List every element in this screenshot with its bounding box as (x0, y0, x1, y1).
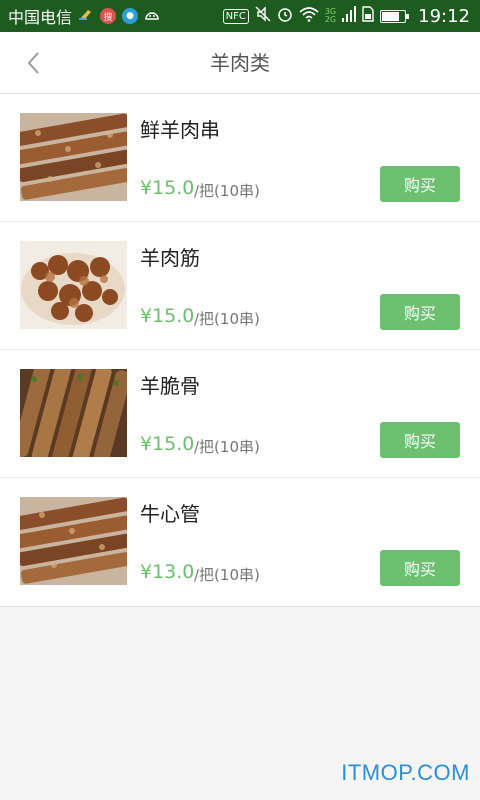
status-bar: 中国电信 搜 ● NFC 3G 2G 19:12 (0, 0, 480, 32)
carrier-label: 中国电信 (8, 8, 73, 27)
battery-fill (382, 11, 400, 21)
mute-icon (255, 6, 271, 26)
app-bar: 羊肉类 (0, 32, 480, 94)
product-name: 羊脆骨 (140, 374, 200, 398)
product-item[interactable]: 羊脆骨 ¥15.0 /把(10串) 购买 (0, 350, 480, 478)
nfc-icon: NFC (222, 8, 249, 24)
product-item[interactable]: 鲜羊肉串 ¥15.0 /把(10串) 购买 (0, 94, 480, 222)
wifi-icon (299, 6, 319, 26)
alarm-icon (277, 6, 293, 26)
product-item[interactable]: 羊肉筋 ¥15.0 /把(10串) 购买 (0, 222, 480, 350)
product-name: 牛心管 (140, 502, 200, 526)
status-bar-left: 中国电信 搜 ● (8, 4, 160, 28)
buy-button[interactable]: 购买 (380, 166, 460, 202)
product-image (20, 369, 127, 457)
product-name: 羊肉筋 (140, 246, 200, 270)
battery-icon (380, 9, 410, 23)
product-image (20, 241, 127, 329)
product-price: ¥15.0 (140, 305, 195, 327)
product-unit: /把(10串) (194, 438, 260, 456)
product-unit: /把(10串) (194, 182, 260, 200)
cleaner-icon (78, 7, 94, 25)
buy-button[interactable]: 购买 (380, 294, 460, 330)
product-image (20, 497, 127, 585)
product-unit: /把(10串) (194, 310, 260, 328)
product-name: 鲜羊肉串 (140, 118, 220, 142)
product-list: 鲜羊肉串 ¥15.0 /把(10串) 购买 羊肉筋 ¥15.0 /把(10串) … (0, 94, 480, 607)
product-price: ¥13.0 (140, 561, 195, 583)
product-item[interactable]: 牛心管 ¥13.0 /把(10串) 购买 (0, 478, 480, 606)
buy-button[interactable]: 购买 (380, 422, 460, 458)
app-badge-icon: 搜 (100, 8, 117, 24)
watermark: ITMOP.COM (341, 760, 470, 785)
sim-icon (362, 6, 374, 26)
signal-icon (342, 6, 357, 26)
product-image (20, 113, 127, 201)
back-button[interactable] (18, 46, 48, 80)
app-badge-icon: ● (122, 8, 139, 24)
product-unit: /把(10串) (194, 566, 260, 584)
network-type: 3G 2G (324, 7, 337, 24)
status-bar-right: NFC 3G 2G 19:12 (222, 5, 470, 27)
clock: 19:12 (418, 5, 470, 27)
page-title: 羊肉类 (210, 51, 270, 75)
product-price: ¥15.0 (140, 433, 195, 455)
android-icon (144, 7, 160, 25)
product-price: ¥15.0 (140, 177, 195, 199)
chevron-left-icon (27, 52, 39, 74)
buy-button[interactable]: 购买 (380, 550, 460, 586)
